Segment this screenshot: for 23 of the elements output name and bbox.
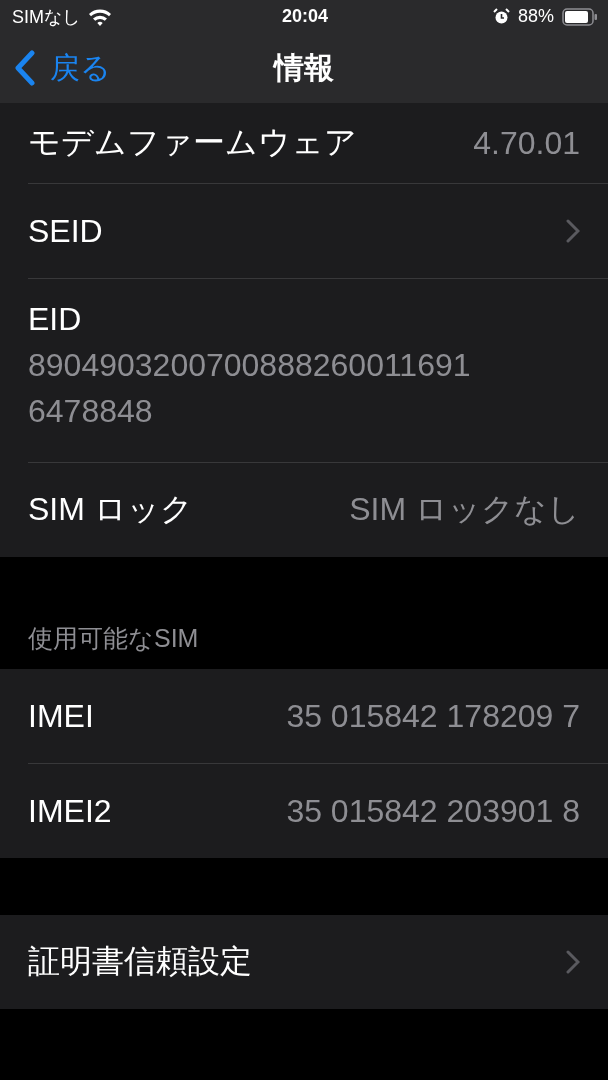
back-button[interactable]: 戻る <box>14 47 111 89</box>
nav-title: 情報 <box>274 50 334 84</box>
clock-time: 20:04 <box>281 6 328 27</box>
battery-percent: 88% <box>517 6 554 27</box>
row-label: SIM ロック <box>28 490 193 529</box>
carrier-label: SIMなし <box>12 5 80 29</box>
section-header: 使用可能なSIM <box>28 624 199 652</box>
row-label: IMEI2 <box>28 792 112 830</box>
chevron-icon <box>566 950 580 974</box>
row-value: SIM ロックなし <box>349 490 580 529</box>
row-value: 4.70.01 <box>473 124 580 162</box>
row-value: 89049032007008882600116916478848 <box>28 346 472 431</box>
row-label: IMEI <box>28 697 94 735</box>
battery-icon <box>562 7 598 26</box>
chevron-left-icon <box>14 50 36 86</box>
row-value: 35 015842 203901 8 <box>286 792 580 830</box>
row-label: EID <box>28 301 83 338</box>
chevron-icon <box>566 219 580 243</box>
row-value: 35 015842 178209 7 <box>286 697 580 735</box>
row-label: モデムファームウェア <box>28 123 357 162</box>
wifi-icon <box>88 7 112 26</box>
disclosure-row[interactable]: SEID <box>28 183 608 278</box>
alarm-icon <box>492 8 510 25</box>
